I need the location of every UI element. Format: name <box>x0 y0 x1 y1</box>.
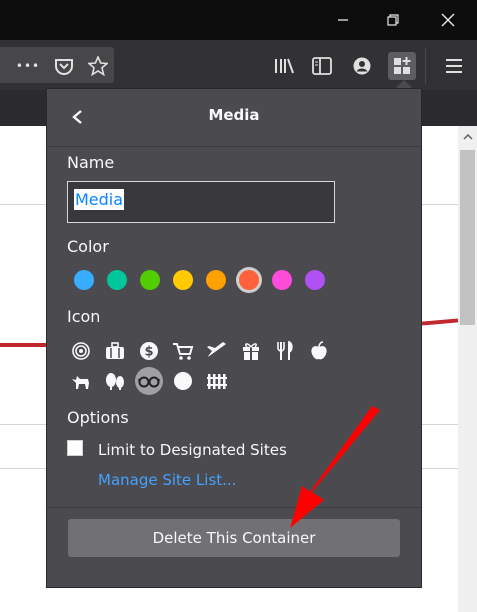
content-redline <box>0 343 50 347</box>
pet-icon[interactable] <box>67 367 95 395</box>
options-label: Options <box>67 408 129 427</box>
fingerprint-icon[interactable] <box>67 337 95 365</box>
limit-sites-checkbox[interactable] <box>67 440 83 456</box>
chill-icon[interactable] <box>135 367 163 395</box>
panel-header: Media <box>47 89 421 147</box>
close-window-button[interactable] <box>425 0 471 40</box>
briefcase-icon[interactable] <box>101 337 129 365</box>
color-swatch[interactable] <box>272 270 292 290</box>
color-swatch[interactable] <box>206 270 226 290</box>
restore-button[interactable] <box>370 0 416 40</box>
sidebar-icon[interactable] <box>308 52 336 80</box>
food-icon[interactable] <box>271 337 299 365</box>
library-icon[interactable] <box>270 52 298 80</box>
dollar-icon[interactable]: $ <box>135 337 163 365</box>
bookmark-star-icon[interactable] <box>84 52 112 80</box>
more-icon[interactable]: ••• <box>14 52 42 80</box>
containers-icon[interactable] <box>388 52 416 80</box>
color-swatch[interactable] <box>305 270 325 290</box>
gift-icon[interactable] <box>237 337 265 365</box>
fruit-icon[interactable] <box>305 337 333 365</box>
limit-sites-label[interactable]: Limit to Designated Sites <box>98 441 287 459</box>
container-name-input[interactable]: Media <box>67 181 335 223</box>
toolbar-separator <box>425 48 426 84</box>
menu-icon[interactable] <box>440 52 468 80</box>
scroll-up-arrow-icon[interactable] <box>458 128 477 146</box>
annotation-arrow-icon <box>290 406 380 528</box>
scrollbar-thumb[interactable] <box>460 150 475 325</box>
manage-site-list-link[interactable]: Manage Site List... <box>98 471 236 489</box>
cart-icon[interactable] <box>169 337 197 365</box>
icon-label: Icon <box>67 307 101 326</box>
svg-text:$: $ <box>144 345 153 360</box>
airplane-icon[interactable] <box>203 337 231 365</box>
color-swatch[interactable] <box>239 270 259 290</box>
pocket-icon[interactable] <box>50 52 78 80</box>
color-swatch[interactable] <box>140 270 160 290</box>
color-label: Color <box>67 237 109 256</box>
name-input-value: Media <box>74 189 125 210</box>
account-icon[interactable] <box>348 52 376 80</box>
minimize-icon <box>338 19 348 21</box>
minimize-button[interactable] <box>320 0 366 40</box>
circle-icon[interactable] <box>169 367 197 395</box>
close-icon <box>441 13 455 27</box>
color-swatch[interactable] <box>74 270 94 290</box>
panel-title: Media <box>208 106 260 124</box>
tree-icon[interactable] <box>101 367 129 395</box>
restore-icon <box>387 14 399 26</box>
fence-icon[interactable] <box>203 367 231 395</box>
name-label: Name <box>67 153 115 172</box>
color-swatch[interactable] <box>173 270 193 290</box>
color-swatch[interactable] <box>107 270 127 290</box>
